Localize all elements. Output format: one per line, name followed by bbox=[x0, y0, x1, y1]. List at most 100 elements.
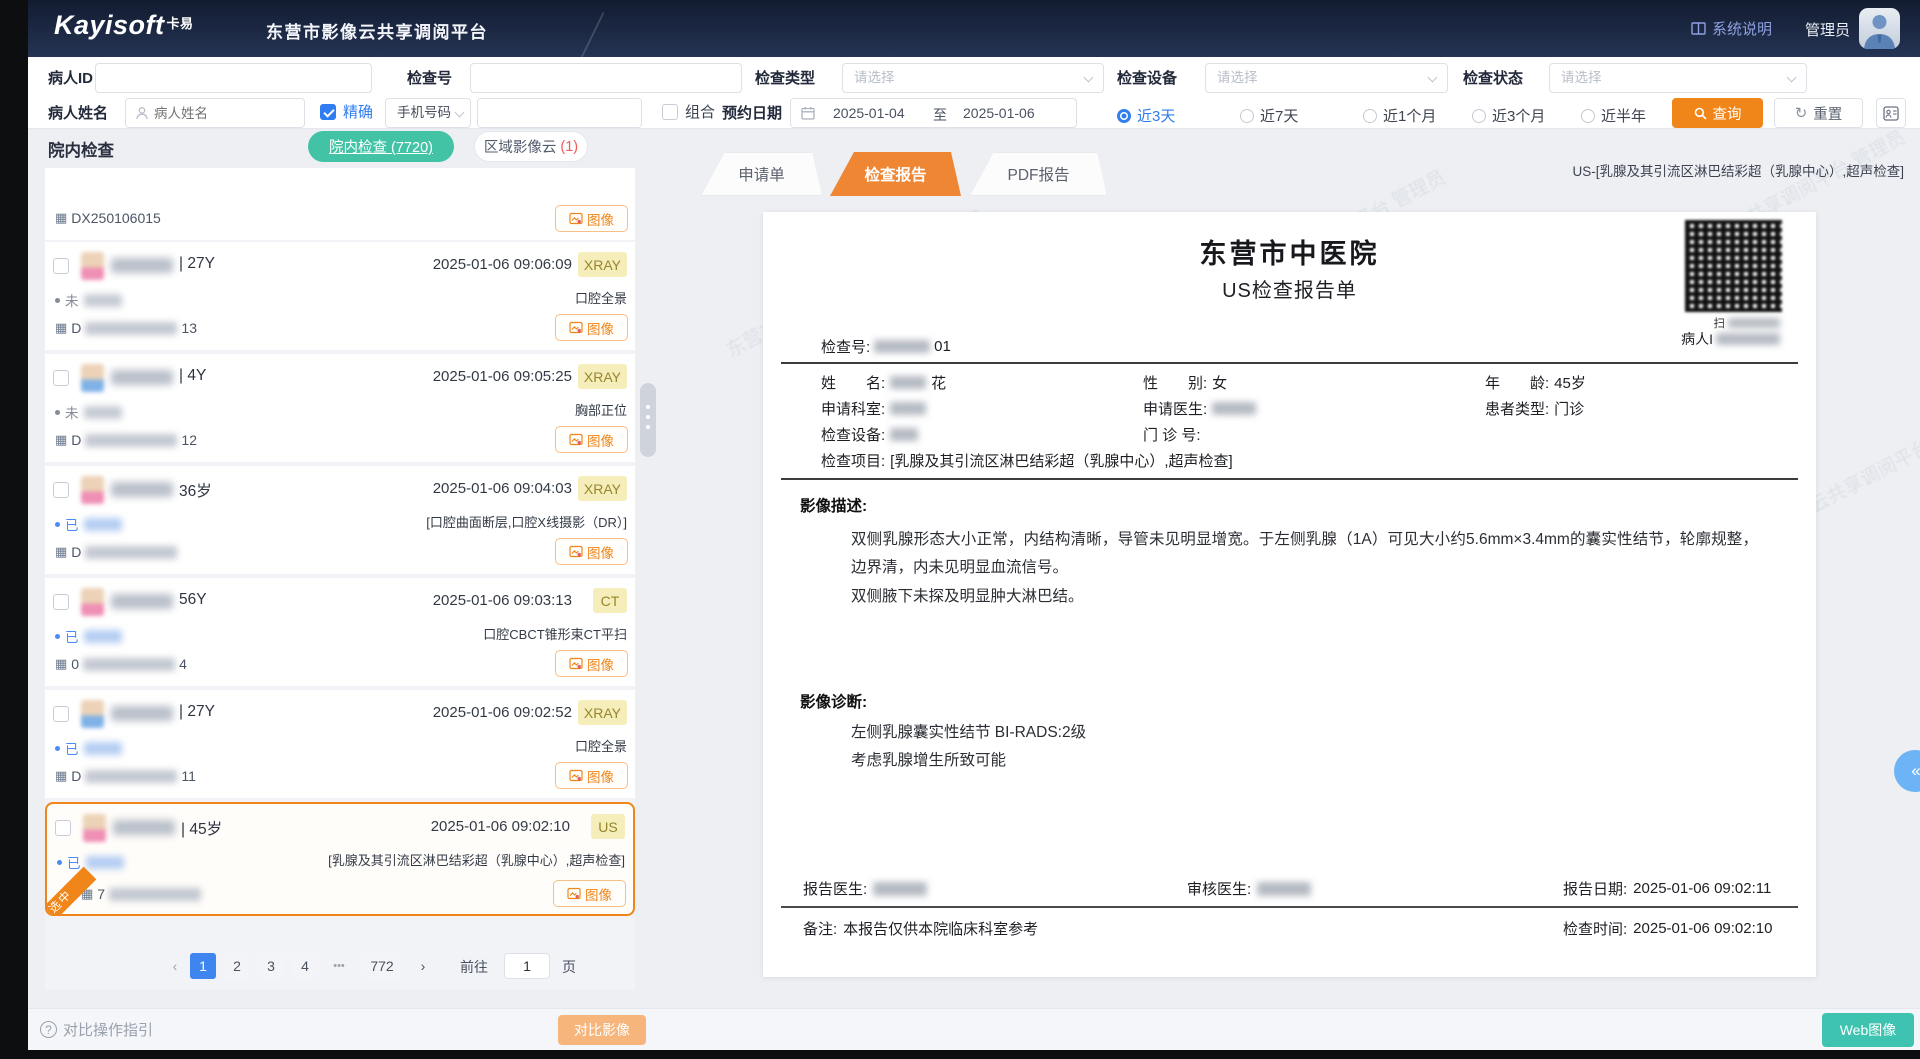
report-exam-no: 检查号:01 bbox=[821, 336, 951, 357]
range-1month-radio[interactable]: 近1个月 bbox=[1363, 105, 1436, 126]
exam-description: [口腔曲面断层,口腔X线摄影（DR）] bbox=[426, 512, 627, 531]
redacted-status bbox=[86, 856, 124, 869]
goto-page-input[interactable] bbox=[504, 953, 550, 979]
reset-button[interactable]: ↻ 重置 bbox=[1774, 98, 1863, 128]
radio-icon bbox=[1472, 109, 1486, 123]
tab-regional-cloud[interactable]: 区域影像云(1) bbox=[474, 131, 588, 162]
layout-toggle-button[interactable] bbox=[1876, 98, 1906, 128]
patient-name-input[interactable] bbox=[154, 100, 299, 126]
bottom-bar: ? 对比操作指引 对比影像 Web图像 bbox=[28, 1008, 1920, 1050]
compare-images-button[interactable]: 对比影像 bbox=[558, 1015, 646, 1045]
prev-page-button[interactable]: ‹ bbox=[162, 953, 188, 979]
exam-device-select[interactable]: 请选择 bbox=[1205, 63, 1448, 93]
tab-exam-report[interactable]: 检查报告 bbox=[830, 152, 961, 196]
page-ellipsis[interactable]: ••• bbox=[326, 953, 352, 979]
search-icon bbox=[1694, 107, 1707, 120]
report-note: 备注:本报告仅供本院临床科室参考 bbox=[803, 918, 1038, 939]
patient-name-field[interactable] bbox=[125, 98, 305, 128]
tab-pdf-report[interactable]: PDF报告 bbox=[970, 152, 1107, 196]
item-checkbox[interactable] bbox=[53, 594, 69, 610]
date-range-picker[interactable]: 2025-01-04 至 2025-01-06 bbox=[790, 98, 1077, 128]
exam-no-input[interactable] bbox=[470, 63, 742, 93]
imaging-diagnosis-line1: 左侧乳腺囊实性结节 BI-RADS:2级 bbox=[851, 720, 1086, 742]
item-checkbox[interactable] bbox=[53, 258, 69, 274]
redacted-text bbox=[1212, 402, 1256, 415]
redacted-accession bbox=[109, 888, 201, 901]
panel-title: 院内检查 bbox=[48, 137, 114, 161]
exam-list-item[interactable]: 56Y 2025-01-06 09:03:13 CT 已 口腔CBCT锥形束CT… bbox=[45, 578, 635, 686]
item-checkbox[interactable] bbox=[53, 370, 69, 386]
status-dot bbox=[55, 410, 60, 415]
page-button-4[interactable]: 4 bbox=[292, 953, 318, 979]
compare-guide-link[interactable]: ? 对比操作指引 bbox=[40, 1019, 153, 1040]
redacted-patient-name bbox=[111, 370, 173, 385]
tab-regional-label: 区域影像云 bbox=[484, 136, 557, 157]
page-button-last[interactable]: 772 bbox=[362, 953, 402, 979]
accession-number: ▦D11 bbox=[55, 768, 196, 784]
web-image-button[interactable]: Web图像 bbox=[1822, 1013, 1914, 1047]
reset-icon: ↻ bbox=[1795, 104, 1808, 122]
grid-icon: ▦ bbox=[55, 320, 67, 336]
goto-unit-label: 页 bbox=[562, 957, 576, 977]
current-user-label[interactable]: 管理员 bbox=[1805, 19, 1850, 40]
page-button-1[interactable]: 1 bbox=[190, 953, 216, 979]
tab-request-form[interactable]: 申请单 bbox=[701, 152, 822, 196]
tab-internal-exams[interactable]: 院内检查 (7720) bbox=[308, 131, 454, 162]
search-button[interactable]: 查询 bbox=[1672, 98, 1763, 128]
combine-checkbox[interactable] bbox=[662, 104, 678, 120]
range-7days-label: 近7天 bbox=[1260, 105, 1298, 126]
exam-list-item[interactable]: | 27Y 2025-01-06 09:06:09 XRAY 未 口腔全景 ▦D… bbox=[45, 242, 635, 350]
system-help-link[interactable]: 系统说明 bbox=[1691, 18, 1772, 39]
status-dot bbox=[55, 522, 60, 527]
exam-type-select[interactable]: 请选择 bbox=[842, 63, 1104, 93]
view-image-button[interactable]: 图像 bbox=[555, 205, 628, 232]
exam-list-item[interactable]: | 4Y 2025-01-06 09:05:25 XRAY 未 胸部正位 ▦D1… bbox=[45, 354, 635, 462]
view-image-button[interactable]: 图像 bbox=[555, 426, 628, 453]
patient-id-line: 病人I bbox=[1681, 329, 1780, 349]
user-avatar[interactable] bbox=[1859, 8, 1900, 49]
view-image-button[interactable]: 图像 bbox=[555, 650, 628, 677]
exam-timestamp: 2025-01-06 09:02:52 bbox=[433, 704, 572, 721]
field-outpatient-no: 门 诊 号: bbox=[1143, 424, 1201, 445]
combine-label: 组合 bbox=[685, 104, 715, 122]
page-button-3[interactable]: 3 bbox=[258, 953, 284, 979]
redacted-patient-name bbox=[111, 258, 173, 273]
range-3months-radio[interactable]: 近3个月 bbox=[1472, 105, 1545, 126]
exam-type-label: 检查类型 bbox=[755, 64, 815, 94]
field-department: 申请科室: bbox=[821, 398, 926, 419]
patient-avatar bbox=[81, 588, 104, 616]
range-halfyear-radio[interactable]: 近半年 bbox=[1581, 105, 1646, 126]
compare-guide-label: 对比操作指引 bbox=[63, 1019, 153, 1040]
phone-type-select[interactable]: 手机号码 bbox=[385, 98, 471, 128]
status-dot bbox=[55, 634, 60, 639]
patient-id-input[interactable] bbox=[95, 63, 372, 93]
item-checkbox[interactable] bbox=[53, 706, 69, 722]
exam-list-item-selected[interactable]: | 45岁 2025-01-06 09:02:10 US 已 [乳腺及其引流区淋… bbox=[45, 802, 635, 916]
view-image-button[interactable]: 图像 bbox=[555, 314, 628, 341]
item-checkbox[interactable] bbox=[55, 820, 71, 836]
range-3months-label: 近3个月 bbox=[1492, 105, 1545, 126]
view-image-button[interactable]: 图像 bbox=[555, 762, 628, 789]
panel-resize-handle[interactable] bbox=[640, 383, 656, 457]
exam-status-select[interactable]: 请选择 bbox=[1549, 63, 1807, 93]
exact-match-checkbox[interactable] bbox=[320, 104, 336, 120]
view-image-button[interactable]: 图像 bbox=[553, 880, 626, 907]
patient-age: | 27Y bbox=[179, 703, 215, 721]
report-status: 已 bbox=[57, 852, 124, 872]
calendar-icon bbox=[801, 106, 815, 120]
range-3days-radio[interactable]: 近3天 bbox=[1117, 105, 1175, 126]
divider bbox=[781, 478, 1798, 480]
page-button-2[interactable]: 2 bbox=[224, 953, 250, 979]
exam-list-item-partial[interactable]: ▦DX250106015 图像 bbox=[45, 168, 635, 240]
next-page-button[interactable]: › bbox=[410, 953, 436, 979]
field-exam-item: 检查项目:[乳腺及其引流区淋巴结彩超（乳腺中心）,超声检查] bbox=[821, 450, 1233, 471]
accession-number: ▦7 bbox=[81, 886, 205, 902]
exam-list-item[interactable]: | 27Y 2025-01-06 09:02:52 XRAY 已 口腔全景 ▦D… bbox=[45, 690, 635, 798]
accession-number: ▦D13 bbox=[55, 320, 197, 336]
exam-description: 胸部正位 bbox=[575, 400, 627, 419]
exam-list-item[interactable]: 36岁 2025-01-06 09:04:03 XRAY 已 [口腔曲面断层,口… bbox=[45, 466, 635, 574]
phone-number-input[interactable] bbox=[477, 98, 642, 128]
item-checkbox[interactable] bbox=[53, 482, 69, 498]
view-image-button[interactable]: 图像 bbox=[555, 538, 628, 565]
range-7days-radio[interactable]: 近7天 bbox=[1240, 105, 1298, 126]
